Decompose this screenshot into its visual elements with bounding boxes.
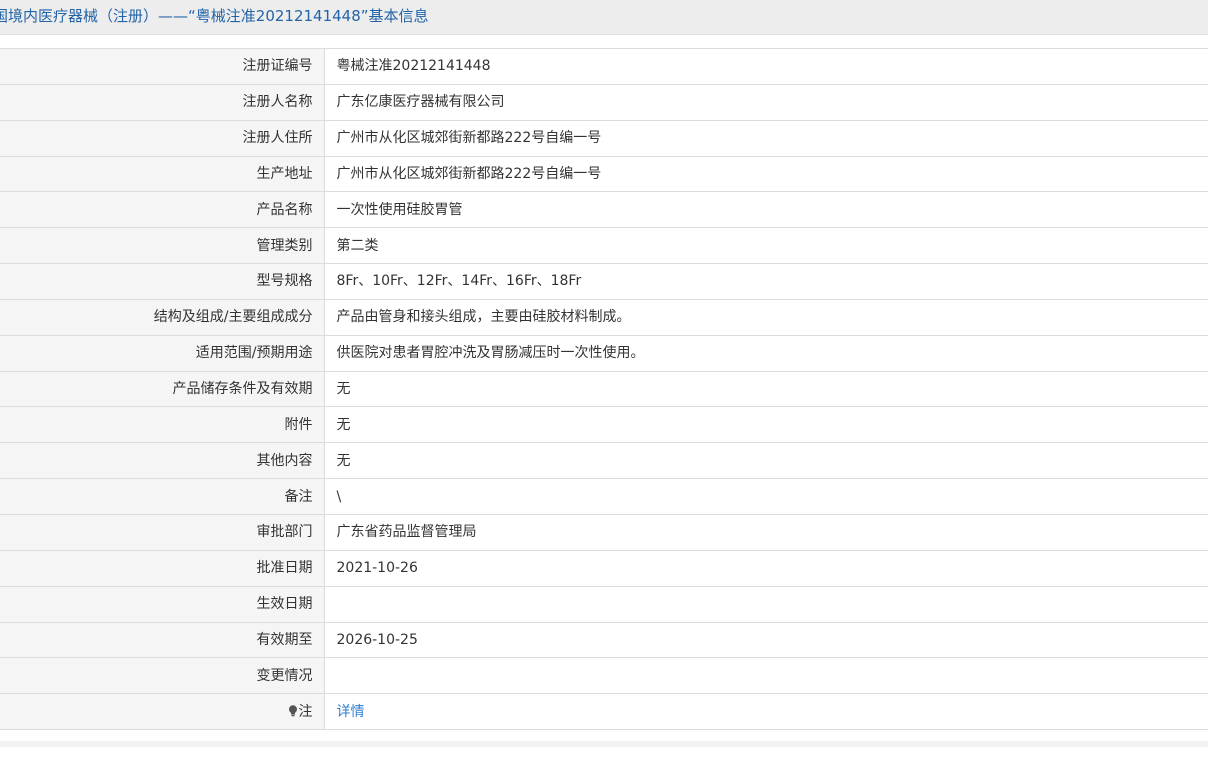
row-value: 无: [324, 406, 1208, 444]
row-label: 产品储存条件及有效期: [0, 370, 325, 408]
page-title: 国境内医疗器械（注册）——“粤械注准20212141448”基本信息: [0, 7, 429, 25]
row-label: 管理类别: [0, 227, 325, 265]
row-label: 注册人住所: [0, 119, 325, 157]
bottom-divider: [0, 741, 1208, 747]
row-label: 生效日期: [0, 585, 325, 623]
row-label: 批准日期: [0, 549, 325, 587]
table-row: 附件 无: [0, 406, 1208, 444]
row-value: 2026-10-25: [324, 621, 1208, 659]
row-label: 注册人名称: [0, 83, 325, 121]
row-value: 第二类: [324, 227, 1208, 265]
row-value: [324, 585, 1208, 623]
table-row: 审批部门 广东省药品监督管理局: [0, 513, 1208, 551]
table-row: 型号规格 8Fr、10Fr、12Fr、14Fr、16Fr、18Fr: [0, 263, 1208, 300]
note-row: 注 详情: [0, 693, 1208, 731]
row-label: 附件: [0, 406, 325, 444]
row-label: 备注: [0, 478, 325, 515]
page-header: 国境内医疗器械（注册）——“粤械注准20212141448”基本信息: [0, 0, 1208, 35]
row-label: 产品名称: [0, 191, 325, 229]
row-label: 型号规格: [0, 263, 325, 300]
row-value: 无: [324, 442, 1208, 480]
note-label-cell: 注: [0, 693, 325, 731]
details-link[interactable]: 详情: [337, 704, 365, 720]
row-value: 供医院对患者胃腔冲洗及胃肠减压时一次性使用。: [324, 334, 1208, 372]
note-label: 注: [298, 703, 313, 720]
table-row: 注册人住所 广州市从化区城郊街新都路222号自编一号: [0, 119, 1208, 157]
table-row: 变更情况: [0, 657, 1208, 695]
note-value-cell: 详情: [324, 693, 1208, 731]
row-value: 一次性使用硅胶胃管: [324, 191, 1208, 229]
table-row: 注册人名称 广东亿康医疗器械有限公司: [0, 83, 1208, 121]
table-row: 生效日期: [0, 585, 1208, 623]
table-row: 生产地址 广州市从化区城郊街新都路222号自编一号: [0, 155, 1208, 193]
row-value: 无: [324, 370, 1208, 408]
row-value: 产品由管身和接头组成，主要由硅胶材料制成。: [324, 298, 1208, 336]
page: 国境内医疗器械（注册）——“粤械注准20212141448”基本信息 注册证编号…: [0, 0, 1208, 768]
row-value: 8Fr、10Fr、12Fr、14Fr、16Fr、18Fr: [324, 263, 1208, 300]
row-label: 其他内容: [0, 442, 325, 480]
row-value: 粤械注准20212141448: [324, 48, 1208, 85]
table-row: 注册证编号 粤械注准20212141448: [0, 48, 1208, 85]
row-label: 有效期至: [0, 621, 325, 659]
table-row: 批准日期 2021-10-26: [0, 549, 1208, 587]
table-row: 其他内容 无: [0, 442, 1208, 480]
table-row: 管理类别 第二类: [0, 227, 1208, 265]
info-table: 注册证编号 粤械注准20212141448 注册人名称 广东亿康医疗器械有限公司…: [0, 48, 1208, 731]
table-row: 备注 \: [0, 478, 1208, 515]
lightbulb-icon: [288, 704, 298, 716]
row-label: 生产地址: [0, 155, 325, 193]
row-label: 适用范围/预期用途: [0, 334, 325, 372]
row-label: 审批部门: [0, 513, 325, 551]
table-row: 有效期至 2026-10-25: [0, 621, 1208, 659]
table-row: 产品储存条件及有效期 无: [0, 370, 1208, 408]
row-value: \: [324, 478, 1208, 515]
row-label: 注册证编号: [0, 48, 325, 85]
row-value: 2021-10-26: [324, 549, 1208, 587]
table-row: 产品名称 一次性使用硅胶胃管: [0, 191, 1208, 229]
table-row: 结构及组成/主要组成成分 产品由管身和接头组成，主要由硅胶材料制成。: [0, 298, 1208, 336]
row-value: 广东亿康医疗器械有限公司: [324, 83, 1208, 121]
row-label: 变更情况: [0, 657, 325, 695]
row-value: [324, 657, 1208, 695]
row-value: 广州市从化区城郊街新都路222号自编一号: [324, 119, 1208, 157]
row-value: 广州市从化区城郊街新都路222号自编一号: [324, 155, 1208, 193]
row-value: 广东省药品监督管理局: [324, 513, 1208, 551]
row-label: 结构及组成/主要组成成分: [0, 298, 325, 336]
table-row: 适用范围/预期用途 供医院对患者胃腔冲洗及胃肠减压时一次性使用。: [0, 334, 1208, 372]
